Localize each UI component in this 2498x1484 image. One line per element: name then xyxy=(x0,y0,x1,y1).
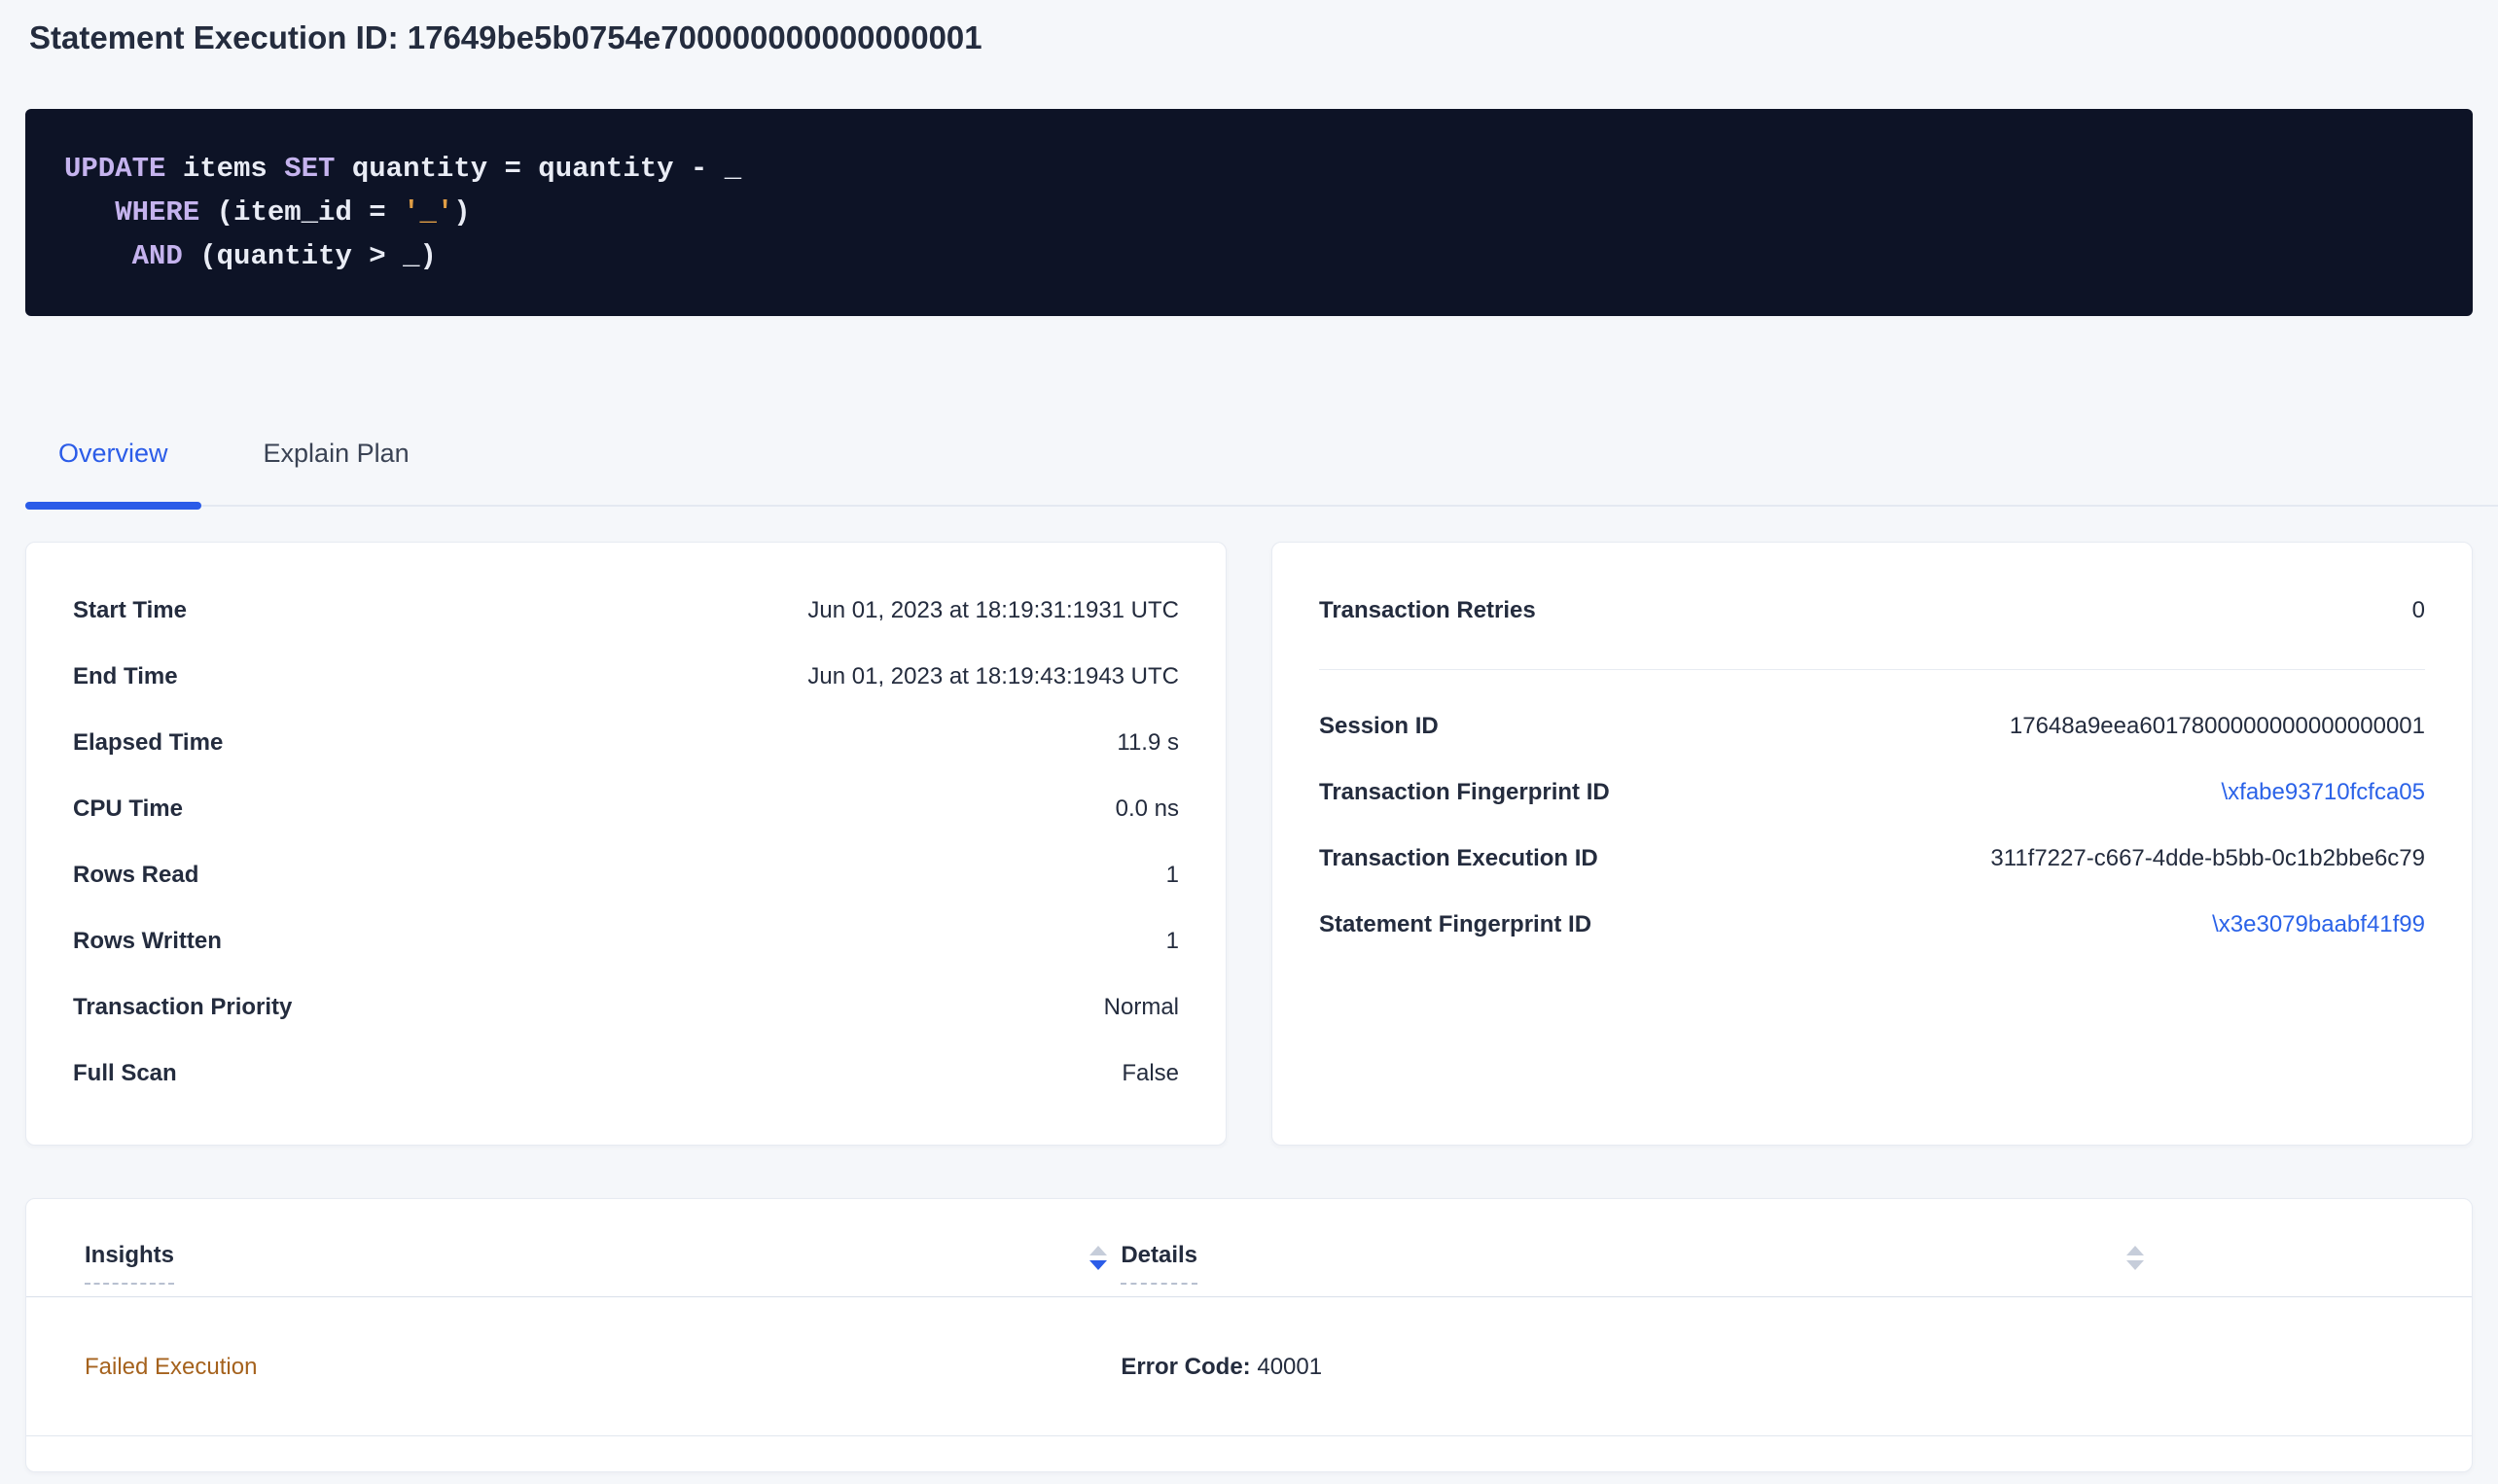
kv-value: False xyxy=(1122,1060,1179,1087)
kv-row-cpu-time: CPU Time 0.0 ns xyxy=(73,776,1179,842)
kv-value: 1 xyxy=(1166,862,1179,889)
sort-asc-icon xyxy=(2126,1246,2144,1255)
sql-string-literal: '_' xyxy=(403,196,453,229)
sql-keyword: UPDATE xyxy=(64,153,165,185)
header-cell-insights: Insights xyxy=(85,1242,1121,1285)
kv-label: Transaction Fingerprint ID xyxy=(1319,779,1610,806)
error-code-label: Error Code: xyxy=(1121,1354,1250,1380)
column-header-insights[interactable]: Insights xyxy=(85,1242,174,1285)
error-code-value: 40001 xyxy=(1257,1354,1322,1380)
kv-value: 11.9 s xyxy=(1117,729,1179,757)
cell-details: Error Code: 40001 xyxy=(1121,1354,2157,1381)
kv-label: Rows Written xyxy=(73,928,222,955)
kv-label: Elapsed Time xyxy=(73,729,223,757)
summary-cards-row: Start Time Jun 01, 2023 at 18:19:31:1931… xyxy=(25,542,2473,1146)
kv-row-start-time: Start Time Jun 01, 2023 at 18:19:31:1931… xyxy=(73,578,1179,644)
kv-label: Transaction Retries xyxy=(1319,597,1536,624)
kv-row-transaction-retries: Transaction Retries 0 xyxy=(1319,578,2425,644)
statement-execution-page: Statement Execution ID: 17649be5b0754e70… xyxy=(0,21,2498,1472)
insights-table-card: Insights Details Failed Execution Error … xyxy=(25,1198,2473,1472)
sql-keyword: WHERE xyxy=(115,196,199,229)
kv-label: End Time xyxy=(73,663,178,690)
kv-label: Start Time xyxy=(73,597,187,624)
sql-indent xyxy=(64,240,132,272)
sort-desc-icon xyxy=(2126,1260,2144,1270)
sql-line: AND (quantity > _) xyxy=(64,234,2434,278)
insight-type-text: Failed Execution xyxy=(85,1354,257,1380)
insights-table-row: Failed Execution Error Code: 40001 xyxy=(26,1297,2472,1436)
column-header-details[interactable]: Details xyxy=(1121,1242,1197,1285)
kv-row-end-time: End Time Jun 01, 2023 at 18:19:43:1943 U… xyxy=(73,644,1179,710)
kv-label: Rows Read xyxy=(73,862,198,889)
kv-row-transaction-fingerprint-id: Transaction Fingerprint ID \xfabe93710fc… xyxy=(1319,760,2425,826)
sql-line: UPDATE items SET quantity = quantity - _ xyxy=(64,147,2434,191)
tab-label: Explain Plan xyxy=(264,439,410,468)
overview-card: Start Time Jun 01, 2023 at 18:19:31:1931… xyxy=(25,542,1227,1146)
kv-label: Transaction Execution ID xyxy=(1319,845,1598,872)
kv-label: Full Scan xyxy=(73,1060,177,1087)
kv-row-elapsed-time: Elapsed Time 11.9 s xyxy=(73,710,1179,776)
kv-row-rows-read: Rows Read 1 xyxy=(73,842,1179,908)
kv-label: CPU Time xyxy=(73,795,183,823)
page-title: Statement Execution ID: 17649be5b0754e70… xyxy=(29,21,2473,53)
kv-row-full-scan: Full Scan False xyxy=(73,1041,1179,1107)
sql-statement-box: UPDATE items SET quantity = quantity - _… xyxy=(25,109,2473,316)
sql-text: (item_id = xyxy=(199,196,403,229)
kv-value: 17648a9eea6017800000000000000001 xyxy=(2010,713,2425,740)
header-cell-details: Details xyxy=(1121,1242,2157,1285)
insights-table-header: Insights Details xyxy=(26,1199,2472,1297)
sort-insights-icon[interactable] xyxy=(1089,1246,1107,1270)
kv-row-transaction-priority: Transaction Priority Normal xyxy=(73,974,1179,1041)
tab-label: Overview xyxy=(58,439,168,468)
kv-row-transaction-execution-id: Transaction Execution ID 311f7227-c667-4… xyxy=(1319,826,2425,892)
transaction-fingerprint-link[interactable]: \xfabe93710fcfca05 xyxy=(2222,779,2426,806)
divider xyxy=(1319,669,2425,670)
sort-desc-icon xyxy=(1089,1260,1107,1270)
sql-indent xyxy=(64,196,115,229)
sql-text: items xyxy=(165,153,284,185)
kv-label: Transaction Priority xyxy=(73,994,292,1021)
sort-details-icon[interactable] xyxy=(2126,1246,2144,1270)
kv-label: Statement Fingerprint ID xyxy=(1319,911,1591,938)
kv-value: Jun 01, 2023 at 18:19:31:1931 UTC xyxy=(807,597,1179,624)
kv-row-statement-fingerprint-id: Statement Fingerprint ID \x3e3079baabf41… xyxy=(1319,892,2425,958)
cell-insight: Failed Execution xyxy=(85,1354,1121,1381)
kv-value: 0 xyxy=(2412,597,2425,624)
identifiers-card: Transaction Retries 0 Session ID 17648a9… xyxy=(1271,542,2473,1146)
kv-value: 311f7227-c667-4dde-b5bb-0c1b2bbe6c79 xyxy=(1990,845,2425,872)
sql-text: quantity = quantity - _ xyxy=(335,153,741,185)
kv-value: 0.0 ns xyxy=(1116,795,1179,823)
sql-text: ) xyxy=(453,196,470,229)
sql-line: WHERE (item_id = '_') xyxy=(64,191,2434,234)
kv-value: 1 xyxy=(1166,928,1179,955)
tab-explain-plan[interactable]: Explain Plan xyxy=(231,441,443,505)
sql-text: (quantity > _) xyxy=(183,240,437,272)
sort-asc-icon xyxy=(1089,1246,1107,1255)
sql-keyword: SET xyxy=(284,153,335,185)
kv-row-rows-written: Rows Written 1 xyxy=(73,908,1179,974)
kv-label: Session ID xyxy=(1319,713,1439,740)
kv-value: Normal xyxy=(1104,994,1179,1021)
kv-row-session-id: Session ID 17648a9eea6017800000000000000… xyxy=(1319,693,2425,760)
sql-keyword: AND xyxy=(132,240,183,272)
kv-value: Jun 01, 2023 at 18:19:43:1943 UTC xyxy=(807,663,1179,690)
tab-bar: Overview Explain Plan xyxy=(25,441,2498,507)
tab-overview[interactable]: Overview xyxy=(25,441,201,505)
statement-fingerprint-link[interactable]: \x3e3079baabf41f99 xyxy=(2212,911,2425,938)
